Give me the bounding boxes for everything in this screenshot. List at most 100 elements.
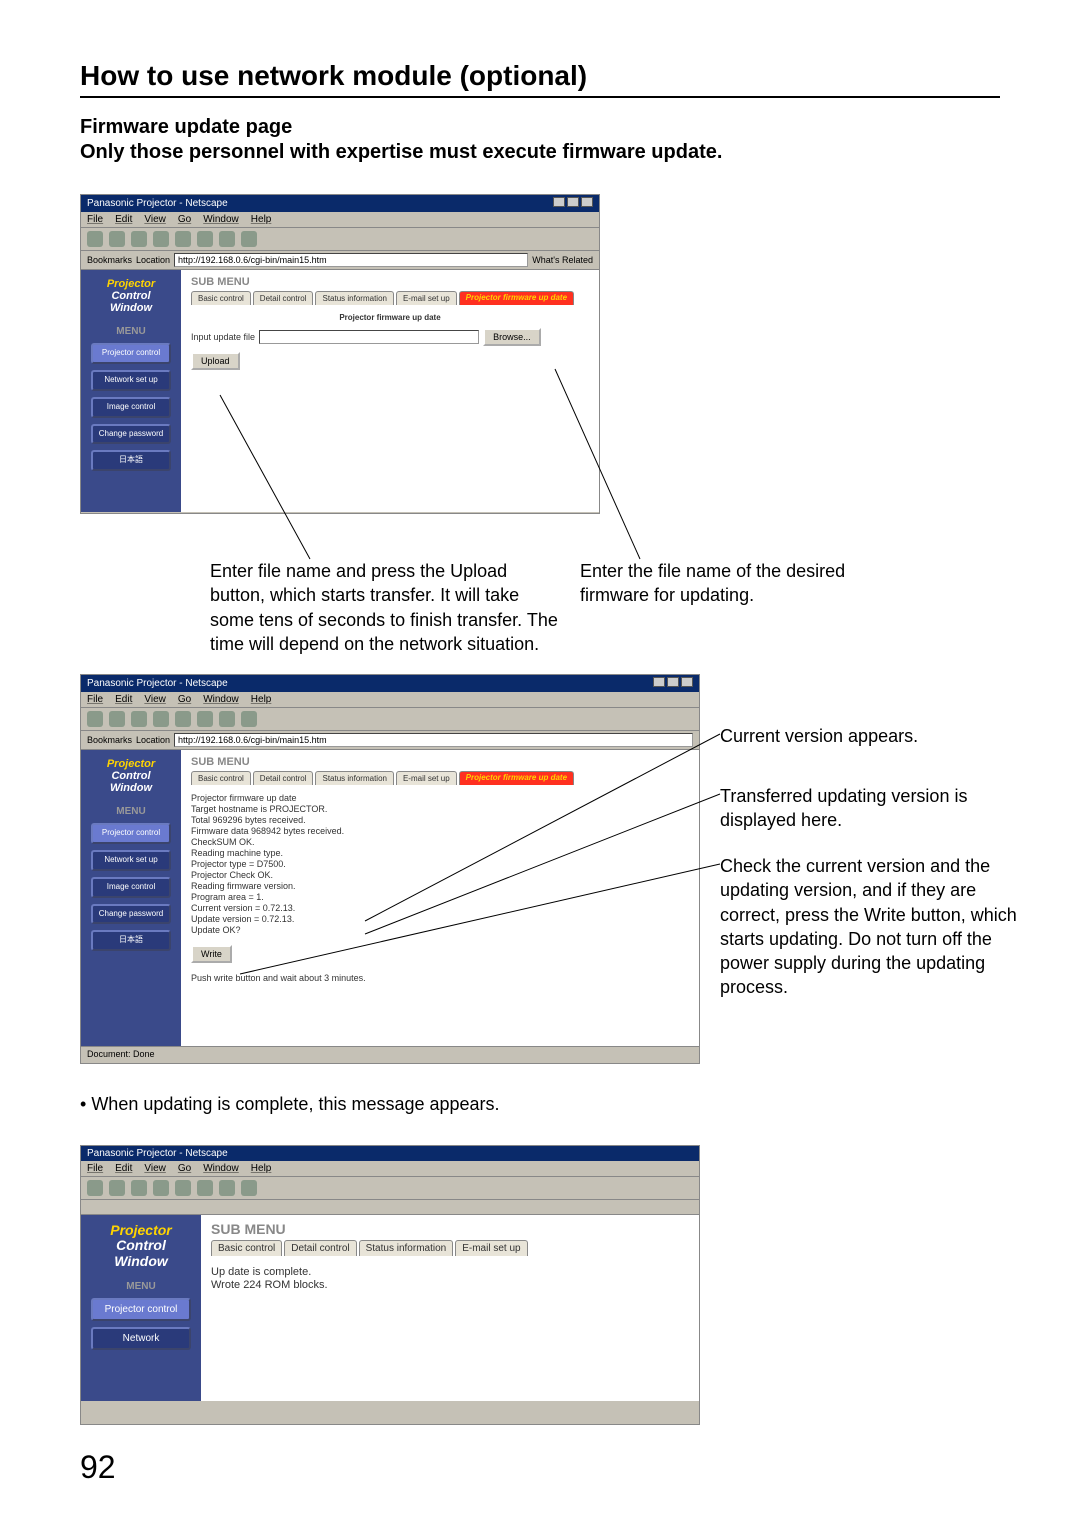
tab-email-setup[interactable]: E-mail set up bbox=[396, 771, 457, 785]
status-line: Program area = 1. bbox=[191, 892, 689, 902]
screenshot-firmware-write: Panasonic Projector - Netscape File Edit… bbox=[80, 674, 700, 1064]
tab-detail-control[interactable]: Detail control bbox=[253, 771, 314, 785]
nav-home-icon[interactable] bbox=[153, 231, 169, 247]
browse-button[interactable]: Browse... bbox=[483, 328, 541, 346]
menu-window[interactable]: Window bbox=[203, 1163, 239, 1174]
tab-basic-control[interactable]: Basic control bbox=[191, 771, 251, 785]
menu-view[interactable]: View bbox=[144, 1163, 166, 1174]
menu-view[interactable]: View bbox=[144, 694, 166, 705]
menu-go[interactable]: Go bbox=[178, 1163, 191, 1174]
menu-window[interactable]: Window bbox=[203, 694, 239, 705]
window-controls[interactable] bbox=[551, 197, 593, 210]
nav-security-icon[interactable] bbox=[219, 711, 235, 727]
tab-basic-control[interactable]: Basic control bbox=[191, 291, 251, 305]
menu-edit[interactable]: Edit bbox=[115, 214, 132, 225]
sidebar-japanese[interactable]: 日本語 bbox=[91, 450, 171, 471]
nav-search-icon[interactable] bbox=[175, 711, 191, 727]
tab-email-setup[interactable]: E-mail set up bbox=[455, 1240, 527, 1256]
menu-help[interactable]: Help bbox=[251, 1163, 272, 1174]
menu-view[interactable]: View bbox=[144, 214, 166, 225]
nav-stop-icon[interactable] bbox=[241, 231, 257, 247]
tab-status-info[interactable]: Status information bbox=[315, 291, 393, 305]
nav-reload-icon[interactable] bbox=[131, 1180, 147, 1196]
brand-logo: Projector Control Window bbox=[107, 758, 155, 794]
input-file-label: Input update file bbox=[191, 332, 255, 342]
tab-firmware-update[interactable]: Projector firmware up date bbox=[459, 771, 574, 785]
sidebar-image-control[interactable]: Image control bbox=[91, 877, 171, 898]
browser-toolbar[interactable] bbox=[81, 708, 699, 731]
menu-edit[interactable]: Edit bbox=[115, 1163, 132, 1174]
nav-search-icon[interactable] bbox=[175, 231, 191, 247]
sidebar-network-setup[interactable]: Network set up bbox=[91, 370, 171, 391]
browser-title-text: Panasonic Projector - Netscape bbox=[87, 678, 228, 689]
bookmarks-label[interactable]: Bookmarks bbox=[87, 255, 132, 265]
sidebar-change-password[interactable]: Change password bbox=[91, 424, 171, 445]
bullet-complete-note: • When updating is complete, this messag… bbox=[80, 1094, 1000, 1115]
whats-related-label[interactable]: What's Related bbox=[532, 255, 593, 265]
sidebar-projector-control[interactable]: Projector control bbox=[91, 823, 171, 844]
menu-file[interactable]: File bbox=[87, 214, 103, 225]
browser-menu-bar[interactable]: File Edit View Go Window Help bbox=[81, 1161, 699, 1177]
nav-stop-icon[interactable] bbox=[241, 711, 257, 727]
menu-window[interactable]: Window bbox=[203, 214, 239, 225]
browser-menu-bar[interactable]: File Edit View Go Window Help bbox=[81, 692, 699, 708]
bookmarks-label[interactable]: Bookmarks bbox=[87, 735, 132, 745]
menu-file[interactable]: File bbox=[87, 694, 103, 705]
sidebar-projector-control[interactable]: Projector control bbox=[91, 343, 171, 364]
sidebar-image-control[interactable]: Image control bbox=[91, 397, 171, 418]
nav-reload-icon[interactable] bbox=[131, 231, 147, 247]
sidebar-network-setup[interactable]: Network bbox=[91, 1327, 191, 1350]
nav-security-icon[interactable] bbox=[219, 1180, 235, 1196]
sidebar-japanese[interactable]: 日本語 bbox=[91, 930, 171, 951]
menu-go[interactable]: Go bbox=[178, 214, 191, 225]
menu-help[interactable]: Help bbox=[251, 214, 272, 225]
callout-current-version: Current version appears. bbox=[720, 724, 1020, 748]
submenu-heading: SUB MENU bbox=[191, 756, 689, 768]
nav-back-icon[interactable] bbox=[87, 711, 103, 727]
nav-print-icon[interactable] bbox=[197, 231, 213, 247]
menu-go[interactable]: Go bbox=[178, 694, 191, 705]
nav-home-icon[interactable] bbox=[153, 711, 169, 727]
nav-stop-icon[interactable] bbox=[241, 1180, 257, 1196]
browser-menu-bar[interactable]: File Edit View Go Window Help bbox=[81, 212, 599, 228]
tab-basic-control[interactable]: Basic control bbox=[211, 1240, 282, 1256]
status-line: Reading machine type. bbox=[191, 848, 689, 858]
browser-toolbar[interactable] bbox=[81, 228, 599, 251]
nav-print-icon[interactable] bbox=[197, 1180, 213, 1196]
url-field[interactable] bbox=[174, 733, 693, 747]
nav-back-icon[interactable] bbox=[87, 231, 103, 247]
sidebar-network-setup[interactable]: Network set up bbox=[91, 850, 171, 871]
menu-edit[interactable]: Edit bbox=[115, 694, 132, 705]
tab-detail-control[interactable]: Detail control bbox=[284, 1240, 356, 1256]
nav-print-icon[interactable] bbox=[197, 711, 213, 727]
nav-back-icon[interactable] bbox=[87, 1180, 103, 1196]
tab-status-info[interactable]: Status information bbox=[315, 771, 393, 785]
nav-home-icon[interactable] bbox=[153, 1180, 169, 1196]
nav-forward-icon[interactable] bbox=[109, 1180, 125, 1196]
browser-title-bar: Panasonic Projector - Netscape bbox=[81, 1146, 699, 1161]
projector-sidebar: Projector Control Window MENU Projector … bbox=[81, 1215, 201, 1401]
blocks-line: Wrote 224 ROM blocks. bbox=[211, 1279, 689, 1291]
upload-button[interactable]: Upload bbox=[191, 352, 240, 370]
browser-address-bar bbox=[81, 1200, 699, 1215]
nav-security-icon[interactable] bbox=[219, 231, 235, 247]
sidebar-change-password[interactable]: Change password bbox=[91, 904, 171, 925]
nav-forward-icon[interactable] bbox=[109, 231, 125, 247]
window-controls[interactable] bbox=[651, 677, 693, 690]
input-file-field[interactable] bbox=[259, 330, 479, 344]
nav-reload-icon[interactable] bbox=[131, 711, 147, 727]
write-button[interactable]: Write bbox=[191, 945, 232, 963]
nav-forward-icon[interactable] bbox=[109, 711, 125, 727]
browser-toolbar[interactable] bbox=[81, 1177, 699, 1200]
sidebar-projector-control[interactable]: Projector control bbox=[91, 1298, 191, 1321]
subnote: Only those personnel with expertise must… bbox=[80, 141, 1000, 164]
menu-file[interactable]: File bbox=[87, 1163, 103, 1174]
tab-detail-control[interactable]: Detail control bbox=[253, 291, 314, 305]
menu-help[interactable]: Help bbox=[251, 694, 272, 705]
url-field[interactable] bbox=[174, 253, 528, 267]
nav-search-icon[interactable] bbox=[175, 1180, 191, 1196]
tab-status-info[interactable]: Status information bbox=[359, 1240, 454, 1256]
tab-firmware-update[interactable]: Projector firmware up date bbox=[459, 291, 574, 305]
page-title: How to use network module (optional) bbox=[80, 60, 1000, 98]
tab-email-setup[interactable]: E-mail set up bbox=[396, 291, 457, 305]
